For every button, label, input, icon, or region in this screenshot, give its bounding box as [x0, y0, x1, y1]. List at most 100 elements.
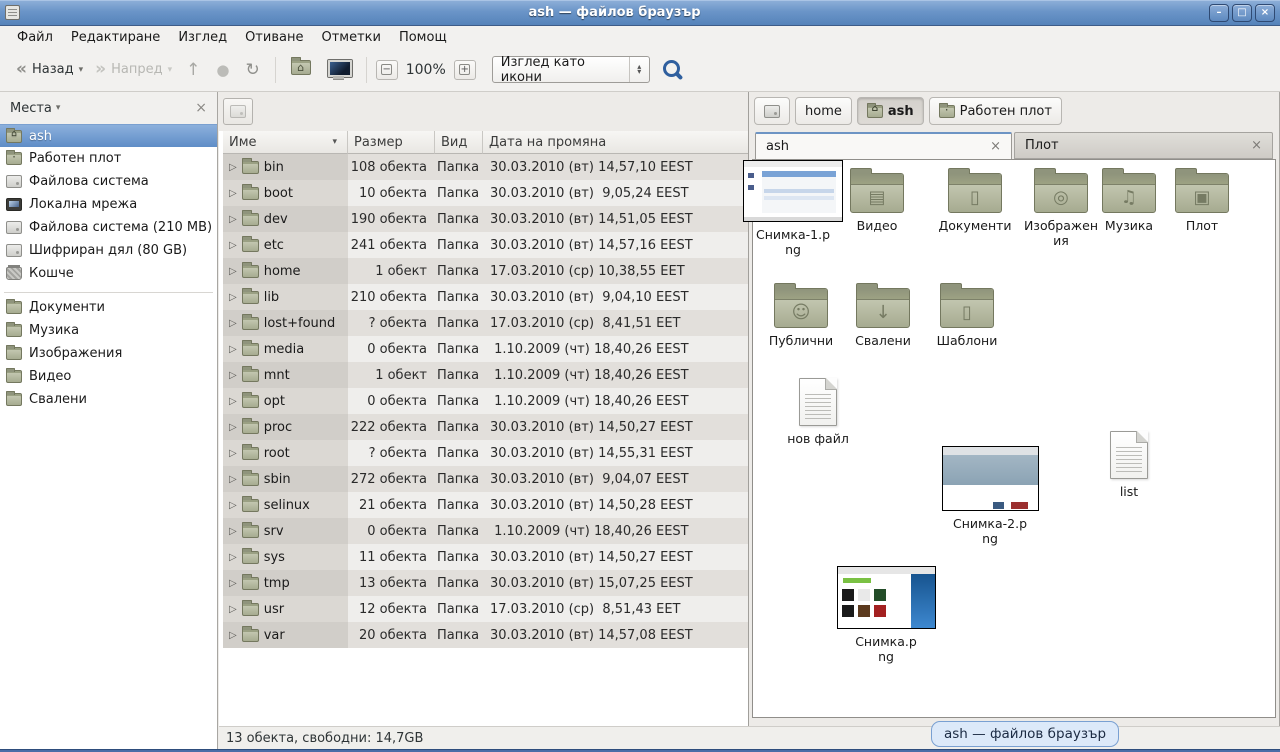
- zoom-in-button[interactable]: +: [454, 60, 476, 80]
- column-header-size[interactable]: Размер: [348, 131, 435, 154]
- icon-view-item[interactable]: ▤ Видео: [837, 173, 917, 233]
- tree-row[interactable]: ▷ tmp 13 обекта Папка 30.03.2010 (вт) 15…: [223, 570, 748, 596]
- expander-icon[interactable]: ▷: [229, 214, 237, 225]
- sidebar-place-item[interactable]: Изображения: [0, 342, 217, 365]
- breadcrumb-desktop-button[interactable]: Работен плот: [929, 97, 1062, 125]
- tree-row[interactable]: ▷ opt 0 обекта Папка 1.10.2009 (чт) 18,4…: [223, 388, 748, 414]
- forward-button[interactable]: » Напред ▾: [89, 57, 178, 82]
- tree-row[interactable]: ▷ root ? обекта Папка 30.03.2010 (вт) 14…: [223, 440, 748, 466]
- expander-icon[interactable]: ▷: [229, 188, 237, 199]
- sidebar-header-select[interactable]: Места: [10, 101, 52, 116]
- tree-row[interactable]: ▷ sys 11 обекта Папка 30.03.2010 (вт) 14…: [223, 544, 748, 570]
- close-button[interactable]: ×: [1255, 4, 1275, 22]
- expander-icon[interactable]: ▷: [229, 604, 237, 615]
- computer-button[interactable]: [327, 60, 351, 79]
- breadcrumb-home-button[interactable]: home: [795, 97, 852, 125]
- tree-row[interactable]: ▷ selinux 21 обекта Папка 30.03.2010 (вт…: [223, 492, 748, 518]
- tab-close-icon[interactable]: ×: [1251, 138, 1262, 153]
- icon-view-item[interactable]: ☺ Публични: [761, 288, 841, 348]
- back-button[interactable]: « Назад ▾: [10, 57, 89, 82]
- zoom-out-button[interactable]: −: [376, 60, 398, 80]
- view-mode-select[interactable]: Изглед като икони ▴▾: [492, 56, 650, 83]
- sidebar-close-icon[interactable]: ×: [195, 100, 207, 116]
- breadcrumb-ash-button[interactable]: ash: [857, 97, 924, 125]
- tree-row[interactable]: ▷ media 0 обекта Папка 1.10.2009 (чт) 18…: [223, 336, 748, 362]
- icon-view-item[interactable]: list: [1074, 431, 1184, 499]
- stop-button[interactable]: ●: [208, 57, 237, 83]
- sidebar-place-item[interactable]: Видео: [0, 365, 217, 388]
- chevron-down-icon[interactable]: ▾: [56, 103, 195, 113]
- expander-icon[interactable]: ▷: [229, 552, 237, 563]
- expander-icon[interactable]: ▷: [229, 526, 237, 537]
- expander-icon[interactable]: ▷: [229, 344, 237, 355]
- menu-item[interactable]: Отметки: [312, 28, 389, 47]
- icon-view-item[interactable]: Снимка.png: [836, 566, 936, 664]
- tree-row[interactable]: ▷ dev 190 обекта Папка 30.03.2010 (вт) 1…: [223, 206, 748, 232]
- menu-item[interactable]: Редактиране: [62, 28, 169, 47]
- expander-icon[interactable]: ▷: [229, 500, 237, 511]
- expander-icon[interactable]: ▷: [229, 474, 237, 485]
- icon-view-item[interactable]: Снимка-2.png: [950, 446, 1030, 546]
- expander-icon[interactable]: ▷: [229, 292, 237, 303]
- tree-row[interactable]: ▷ usr 12 обекта Папка 17.03.2010 (ср) 8,…: [223, 596, 748, 622]
- icon-view-item[interactable]: ↓ Свалени: [843, 288, 923, 348]
- reload-button[interactable]: ↻: [237, 56, 267, 84]
- expander-icon[interactable]: ▷: [229, 370, 237, 381]
- tab-ash[interactable]: ash ×: [755, 132, 1012, 159]
- combo-spinner-icon[interactable]: ▴▾: [629, 57, 649, 82]
- maximize-button[interactable]: □: [1232, 4, 1252, 22]
- sidebar-place-item[interactable]: Файлова система (210 MB): [0, 216, 217, 239]
- expander-icon[interactable]: ▷: [229, 578, 237, 589]
- icon-view-item[interactable]: ▯ Шаблони: [927, 288, 1007, 348]
- column-header-type[interactable]: Вид: [435, 131, 483, 154]
- sidebar-place-item[interactable]: Свалени: [0, 388, 217, 411]
- sidebar-place-item[interactable]: Документи: [0, 296, 217, 319]
- up-button[interactable]: ↑: [178, 56, 208, 84]
- column-header-date[interactable]: Дата на промяна: [483, 131, 748, 154]
- expander-icon[interactable]: ▷: [229, 422, 237, 433]
- sidebar-place-item[interactable]: Локална мрежа: [0, 193, 217, 216]
- icon-view-item[interactable]: ♫ Музика: [1089, 173, 1169, 233]
- tab-close-icon[interactable]: ×: [990, 139, 1001, 154]
- expander-icon[interactable]: ▷: [229, 396, 237, 407]
- filesystem-root-button[interactable]: [223, 98, 253, 125]
- tree-row[interactable]: ▷ mnt 1 обект Папка 1.10.2009 (чт) 18,40…: [223, 362, 748, 388]
- sidebar-place-item[interactable]: Музика: [0, 319, 217, 342]
- breadcrumb-root-button[interactable]: [754, 97, 790, 125]
- tree-row[interactable]: ▷ bin 108 обекта Папка 30.03.2010 (вт) 1…: [223, 154, 748, 180]
- sidebar-place-item[interactable]: ash: [0, 124, 217, 147]
- menu-item[interactable]: Помощ: [390, 28, 456, 47]
- icon-view-item[interactable]: ▯ Документи: [935, 173, 1015, 233]
- menu-item[interactable]: Отиване: [236, 28, 312, 47]
- sidebar-place-item[interactable]: Работен плот: [0, 147, 217, 170]
- tree-row[interactable]: ▷ lost+found ? обекта Папка 17.03.2010 (…: [223, 310, 748, 336]
- tree-row[interactable]: ▷ proc 222 обекта Папка 30.03.2010 (вт) …: [223, 414, 748, 440]
- sidebar-place-item[interactable]: Шифриран дял (80 GB): [0, 239, 217, 262]
- sidebar-place-item[interactable]: Файлова система: [0, 170, 217, 193]
- expander-icon[interactable]: ▷: [229, 162, 237, 173]
- back-dropdown-icon[interactable]: ▾: [79, 65, 84, 75]
- tree-row[interactable]: ▷ etc 241 обекта Папка 30.03.2010 (вт) 1…: [223, 232, 748, 258]
- icon-view-item[interactable]: нов файл: [768, 378, 868, 446]
- tree-row[interactable]: ▷ boot 10 обекта Папка 30.03.2010 (вт) 9…: [223, 180, 748, 206]
- minimize-button[interactable]: –: [1209, 4, 1229, 22]
- menu-item[interactable]: Изглед: [169, 28, 236, 47]
- expander-icon[interactable]: ▷: [229, 266, 237, 277]
- column-header-name[interactable]: Име ▾: [223, 131, 348, 154]
- expander-icon[interactable]: ▷: [229, 630, 237, 641]
- menu-item[interactable]: Файл: [8, 28, 62, 47]
- expander-icon[interactable]: ▷: [229, 448, 237, 459]
- tab-plot[interactable]: Плот ×: [1014, 132, 1273, 159]
- tree-row[interactable]: ▷ var 20 обекта Папка 30.03.2010 (вт) 14…: [223, 622, 748, 648]
- expander-icon[interactable]: ▷: [229, 240, 237, 251]
- tree-row[interactable]: ▷ srv 0 обекта Папка 1.10.2009 (чт) 18,4…: [223, 518, 748, 544]
- icon-view-item[interactable]: ▣ Плот: [1162, 173, 1242, 233]
- titlebar[interactable]: ash — файлов браузър – □ ×: [0, 0, 1280, 26]
- resize-grip[interactable]: [1275, 746, 1277, 748]
- tree-row[interactable]: ▷ home 1 обект Папка 17.03.2010 (ср) 10,…: [223, 258, 748, 284]
- sidebar-place-item[interactable]: Кошче: [0, 262, 217, 285]
- expander-icon[interactable]: ▷: [229, 318, 237, 329]
- icon-view-item[interactable]: Снимка-1.png: [753, 160, 833, 257]
- search-button[interactable]: [662, 59, 684, 81]
- tree-row[interactable]: ▷ lib 210 обекта Папка 30.03.2010 (вт) 9…: [223, 284, 748, 310]
